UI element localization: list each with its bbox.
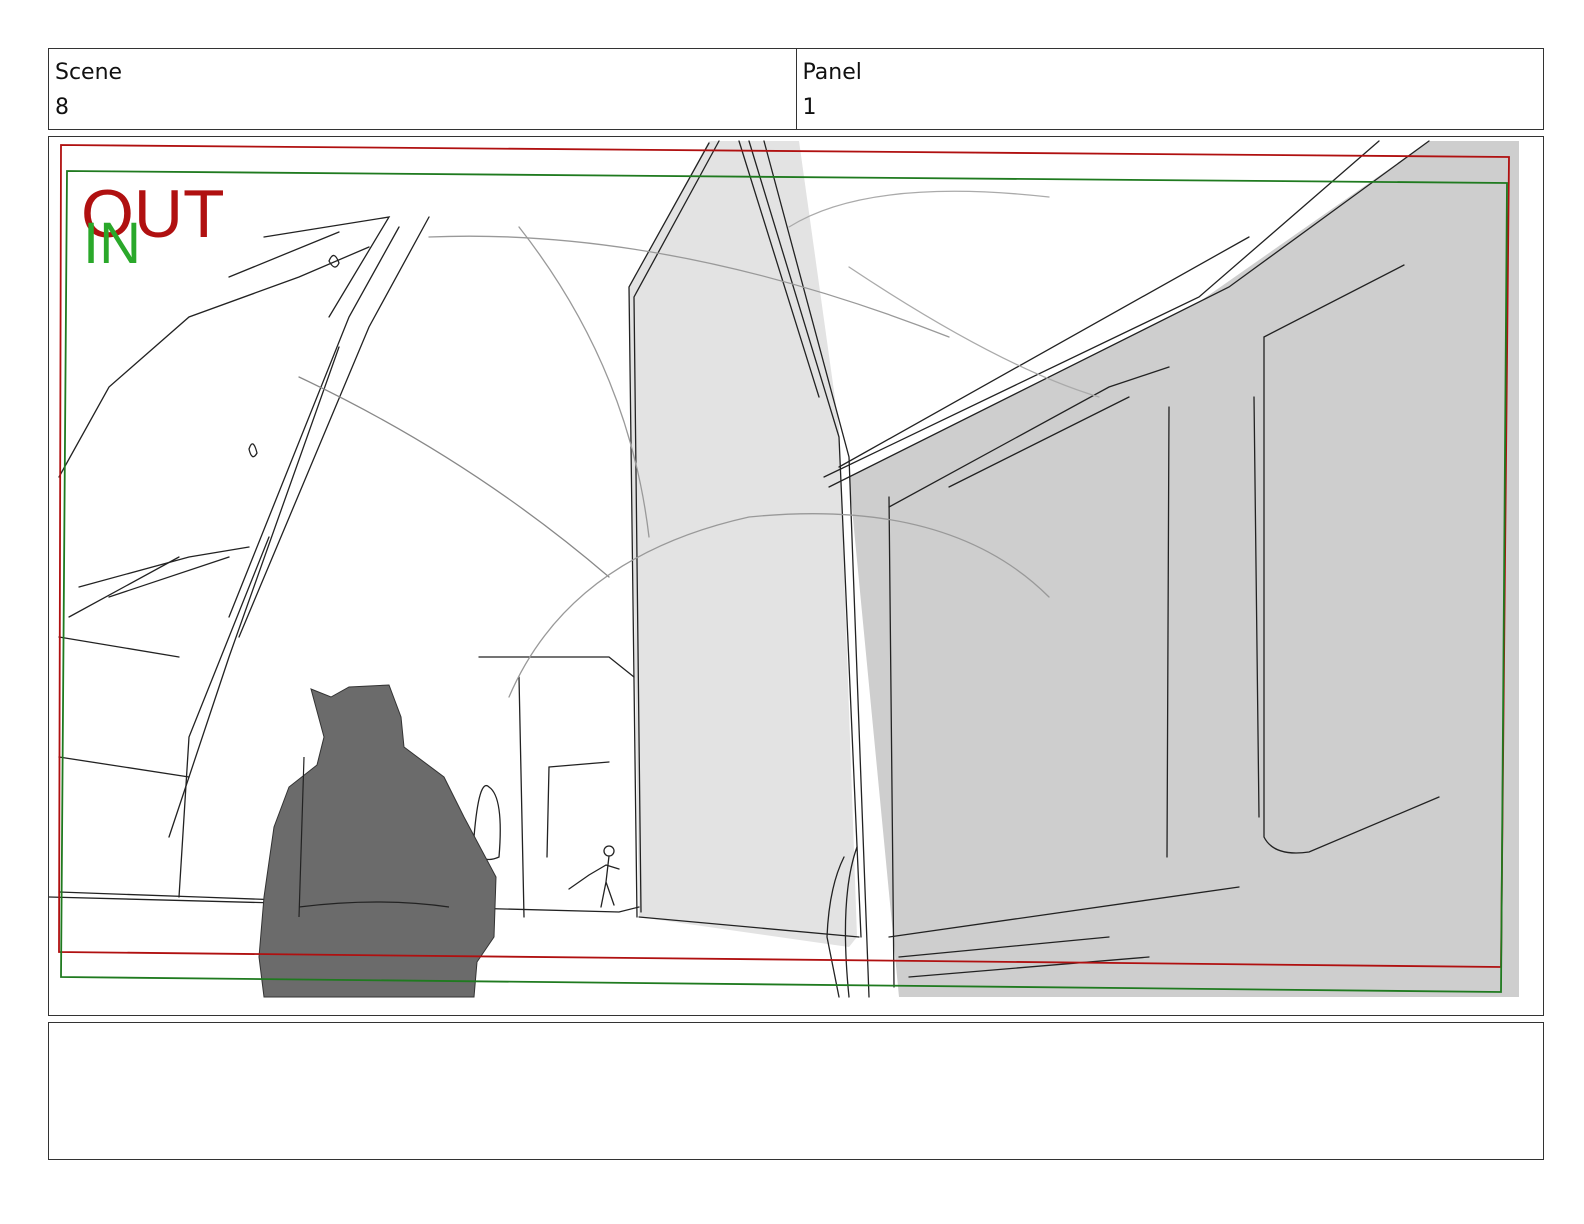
- right-wall-shape: [849, 141, 1519, 997]
- panel-label: Panel: [802, 60, 862, 85]
- panel-header: Scene 8 Panel 1: [48, 48, 1544, 130]
- in-marker: IN: [83, 211, 141, 276]
- storyboard-sketch: OUT IN: [49, 140, 1519, 998]
- panel-notes-box[interactable]: [48, 1022, 1544, 1160]
- storyboard-panel[interactable]: OUT IN: [48, 136, 1544, 1016]
- panel-number[interactable]: 1: [803, 90, 1538, 125]
- scene-cell: Scene 8: [49, 49, 796, 129]
- character-silhouette: [258, 684, 497, 998]
- scene-label: Scene: [55, 60, 123, 85]
- panel-cell: Panel 1: [795, 49, 1544, 129]
- scene-number[interactable]: 8: [55, 90, 790, 125]
